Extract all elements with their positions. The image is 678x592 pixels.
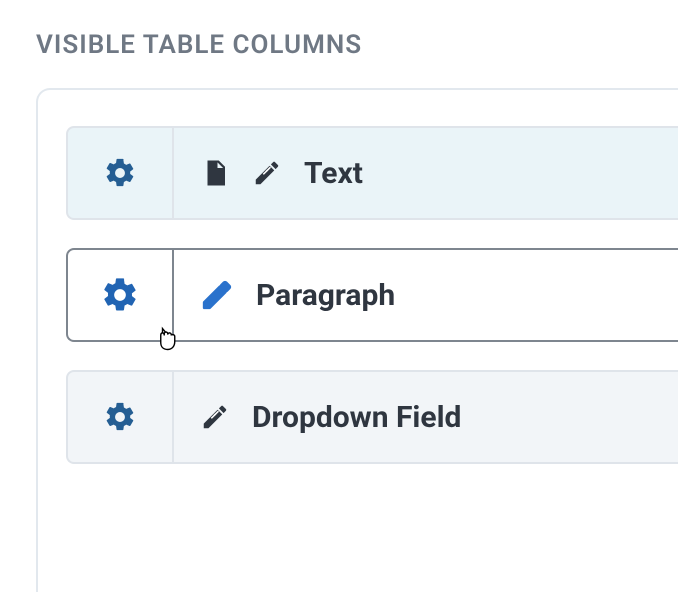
column-row-text[interactable]: Text [66,126,678,220]
column-content[interactable]: Paragraph [172,248,678,342]
column-label: Text [304,156,363,191]
gear-icon [103,400,137,434]
settings-button[interactable] [66,248,172,342]
pencil-icon [200,278,234,312]
gear-icon [103,156,137,190]
column-row-paragraph[interactable]: Paragraph [66,248,678,342]
gear-icon [100,275,140,315]
column-content[interactable]: Dropdown Field [172,370,678,464]
settings-button[interactable] [66,126,172,220]
column-label: Paragraph [256,278,395,313]
section-title: VISIBLE TABLE COLUMNS [0,0,678,60]
file-icon [200,156,230,190]
settings-button[interactable] [66,370,172,464]
column-row-dropdown[interactable]: Dropdown Field [66,370,678,464]
columns-panel: Text Paragraph [36,88,678,592]
pencil-icon [200,402,230,432]
column-label: Dropdown Field [252,400,461,435]
pencil-icon [252,158,282,188]
column-content[interactable]: Text [172,126,678,220]
